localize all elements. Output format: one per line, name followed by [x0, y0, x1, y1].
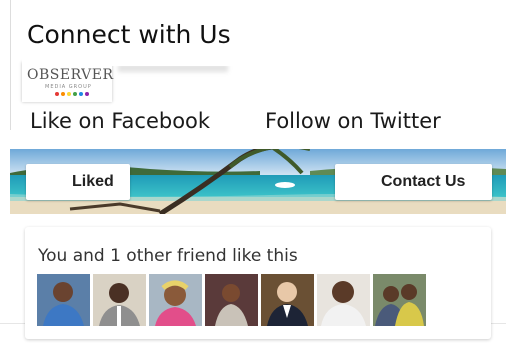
friend-avatar[interactable]: [317, 274, 370, 326]
contact-us-label: Contact Us: [381, 173, 466, 190]
follow-on-twitter-link[interactable]: Follow on Twitter: [265, 109, 441, 133]
logo-color-dots: [55, 92, 89, 96]
logo-dot: [85, 92, 89, 96]
friend-avatar[interactable]: [149, 274, 202, 326]
widget-title: Connect with Us: [27, 20, 231, 49]
left-divider-line: [10, 0, 11, 130]
friends-like-panel: You and 1 other friend like this: [25, 227, 491, 339]
logo-dot: [73, 92, 77, 96]
liked-button[interactable]: Liked: [26, 164, 130, 200]
friend-avatars: [37, 274, 426, 326]
logo-subtitle: MEDIA GROUP: [45, 84, 92, 90]
friends-like-text: You and 1 other friend like this: [38, 246, 298, 266]
logo-dot: [55, 92, 59, 96]
logo-dot: [61, 92, 65, 96]
friend-avatar[interactable]: [205, 274, 258, 326]
friend-avatar[interactable]: [93, 274, 146, 326]
like-on-facebook-link[interactable]: Like on Facebook: [30, 109, 210, 133]
facebook-like-icon: [34, 169, 60, 195]
message-icon: [345, 169, 371, 195]
observer-logo[interactable]: OBSERVER MEDIA GROUP: [22, 62, 114, 102]
liked-label: Liked: [72, 173, 114, 190]
contact-us-button[interactable]: Contact Us: [335, 164, 492, 200]
friend-avatar[interactable]: [261, 274, 314, 326]
logo-dot: [79, 92, 83, 96]
logo-dot: [67, 92, 71, 96]
friend-avatar[interactable]: [37, 274, 90, 326]
logo-name: OBSERVER: [27, 67, 114, 83]
friend-avatar[interactable]: [373, 274, 426, 326]
